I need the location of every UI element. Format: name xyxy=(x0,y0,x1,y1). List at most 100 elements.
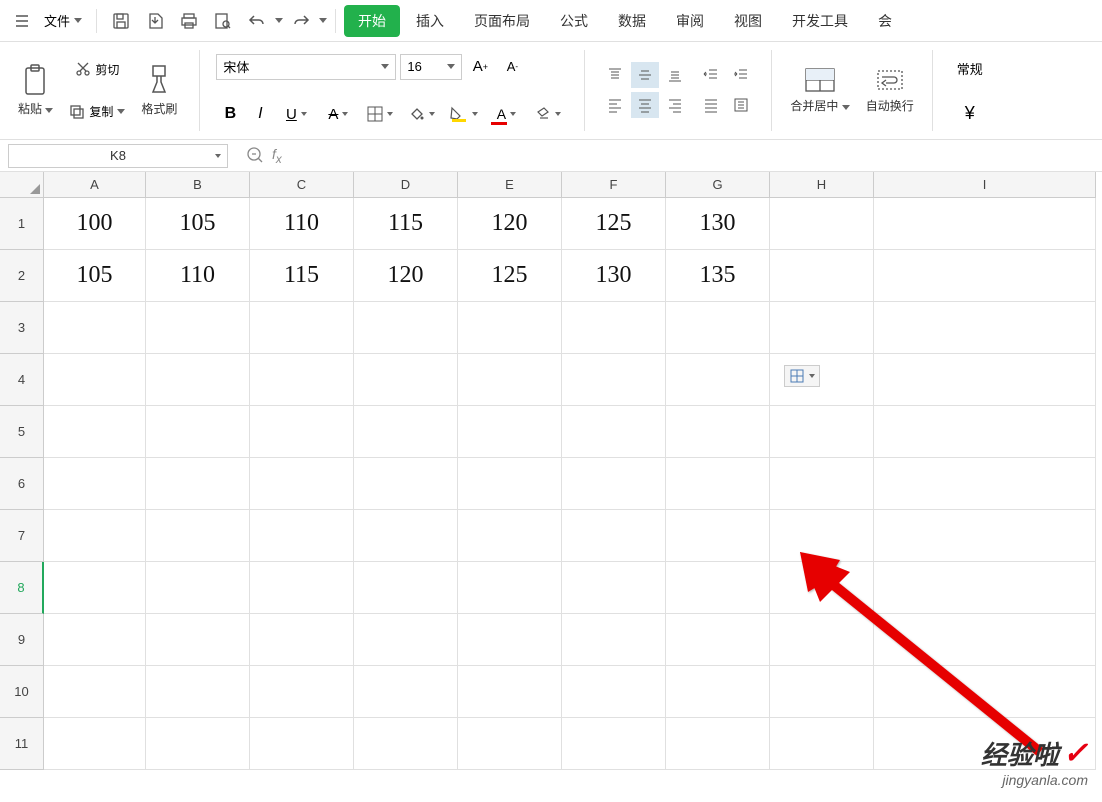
tab-review[interactable]: 审阅 xyxy=(662,5,718,37)
row-header-3[interactable]: 3 xyxy=(0,302,44,354)
underline-icon[interactable]: U xyxy=(276,101,316,127)
align-bottom-icon[interactable] xyxy=(661,62,689,88)
align-left-icon[interactable] xyxy=(601,92,629,118)
cell-A4[interactable] xyxy=(44,354,146,406)
cell-I7[interactable] xyxy=(874,510,1096,562)
cell-D3[interactable] xyxy=(354,302,458,354)
cell-F1[interactable]: 125 xyxy=(562,198,666,250)
format-painter-button[interactable]: 格式刷 xyxy=(135,48,183,133)
col-header-I[interactable]: I xyxy=(874,172,1096,198)
cell-G11[interactable] xyxy=(666,718,770,770)
cell-A10[interactable] xyxy=(44,666,146,718)
cell-B3[interactable] xyxy=(146,302,250,354)
row-header-5[interactable]: 5 xyxy=(0,406,44,458)
cell-B11[interactable] xyxy=(146,718,250,770)
cell-H7[interactable] xyxy=(770,510,874,562)
decrease-indent-icon[interactable] xyxy=(697,62,725,88)
cell-H2[interactable] xyxy=(770,250,874,302)
col-header-F[interactable]: F xyxy=(562,172,666,198)
align-top-icon[interactable] xyxy=(601,62,629,88)
cell-D10[interactable] xyxy=(354,666,458,718)
cell-E2[interactable]: 125 xyxy=(458,250,562,302)
cell-E10[interactable] xyxy=(458,666,562,718)
cell-A1[interactable]: 100 xyxy=(44,198,146,250)
cell-D7[interactable] xyxy=(354,510,458,562)
cell-F9[interactable] xyxy=(562,614,666,666)
cell-B2[interactable]: 110 xyxy=(146,250,250,302)
cell-B5[interactable] xyxy=(146,406,250,458)
tab-more[interactable]: 会 xyxy=(864,5,906,37)
cell-E9[interactable] xyxy=(458,614,562,666)
cell-B9[interactable] xyxy=(146,614,250,666)
cell-C7[interactable] xyxy=(250,510,354,562)
strikethrough-icon[interactable]: A xyxy=(318,101,358,127)
cell-A8[interactable] xyxy=(44,562,146,614)
cell-H10[interactable] xyxy=(770,666,874,718)
paste-button[interactable]: 粘贴 xyxy=(12,48,59,133)
cell-F7[interactable] xyxy=(562,510,666,562)
cell-A3[interactable] xyxy=(44,302,146,354)
justify-icon[interactable] xyxy=(697,92,725,118)
cell-G8[interactable] xyxy=(666,562,770,614)
highlight-icon[interactable] xyxy=(444,101,484,127)
cell-E3[interactable] xyxy=(458,302,562,354)
cell-E4[interactable] xyxy=(458,354,562,406)
align-center-icon[interactable] xyxy=(631,92,659,118)
menu-icon[interactable] xyxy=(8,9,36,33)
align-right-icon[interactable] xyxy=(661,92,689,118)
number-format-label[interactable]: 常规 xyxy=(949,55,991,82)
font-name-select[interactable]: 宋体 xyxy=(216,54,396,80)
row-header-2[interactable]: 2 xyxy=(0,250,44,302)
cut-button[interactable]: 剪切 xyxy=(69,58,125,81)
cell-A5[interactable] xyxy=(44,406,146,458)
print-icon[interactable] xyxy=(173,5,205,37)
cell-E5[interactable] xyxy=(458,406,562,458)
cell-H6[interactable] xyxy=(770,458,874,510)
cell-F6[interactable] xyxy=(562,458,666,510)
col-header-G[interactable]: G xyxy=(666,172,770,198)
name-box[interactable]: K8 xyxy=(8,144,228,168)
cell-G6[interactable] xyxy=(666,458,770,510)
increase-font-icon[interactable]: A+ xyxy=(466,54,494,80)
cell-D6[interactable] xyxy=(354,458,458,510)
cancel-icon[interactable] xyxy=(246,146,264,164)
distribute-icon[interactable] xyxy=(727,92,755,118)
cell-A9[interactable] xyxy=(44,614,146,666)
tab-insert[interactable]: 插入 xyxy=(402,5,458,37)
col-header-A[interactable]: A xyxy=(44,172,146,198)
cell-I10[interactable] xyxy=(874,666,1096,718)
cell-C10[interactable] xyxy=(250,666,354,718)
undo-icon[interactable] xyxy=(241,5,273,37)
redo-icon[interactable] xyxy=(285,5,317,37)
cell-G5[interactable] xyxy=(666,406,770,458)
tab-formula[interactable]: 公式 xyxy=(546,5,602,37)
cell-G4[interactable] xyxy=(666,354,770,406)
cell-C6[interactable] xyxy=(250,458,354,510)
print-preview-icon[interactable] xyxy=(207,5,239,37)
cell-H9[interactable] xyxy=(770,614,874,666)
row-header-4[interactable]: 4 xyxy=(0,354,44,406)
row-header-11[interactable]: 11 xyxy=(0,718,44,770)
cell-A7[interactable] xyxy=(44,510,146,562)
cell-G2[interactable]: 135 xyxy=(666,250,770,302)
italic-icon[interactable]: I xyxy=(246,101,274,127)
cell-D4[interactable] xyxy=(354,354,458,406)
tab-layout[interactable]: 页面布局 xyxy=(460,5,544,37)
cell-C5[interactable] xyxy=(250,406,354,458)
cell-G1[interactable]: 130 xyxy=(666,198,770,250)
cell-H3[interactable] xyxy=(770,302,874,354)
cell-C9[interactable] xyxy=(250,614,354,666)
cell-H1[interactable] xyxy=(770,198,874,250)
cell-H8[interactable] xyxy=(770,562,874,614)
cell-D5[interactable] xyxy=(354,406,458,458)
row-header-8[interactable]: 8 xyxy=(0,562,44,614)
cell-B7[interactable] xyxy=(146,510,250,562)
cell-D9[interactable] xyxy=(354,614,458,666)
merge-center-button[interactable]: 合并居中 xyxy=(784,46,855,135)
cell-F8[interactable] xyxy=(562,562,666,614)
row-header-7[interactable]: 7 xyxy=(0,510,44,562)
cell-C4[interactable] xyxy=(250,354,354,406)
fx-icon[interactable]: fx xyxy=(272,146,282,166)
cell-B6[interactable] xyxy=(146,458,250,510)
cell-D8[interactable] xyxy=(354,562,458,614)
